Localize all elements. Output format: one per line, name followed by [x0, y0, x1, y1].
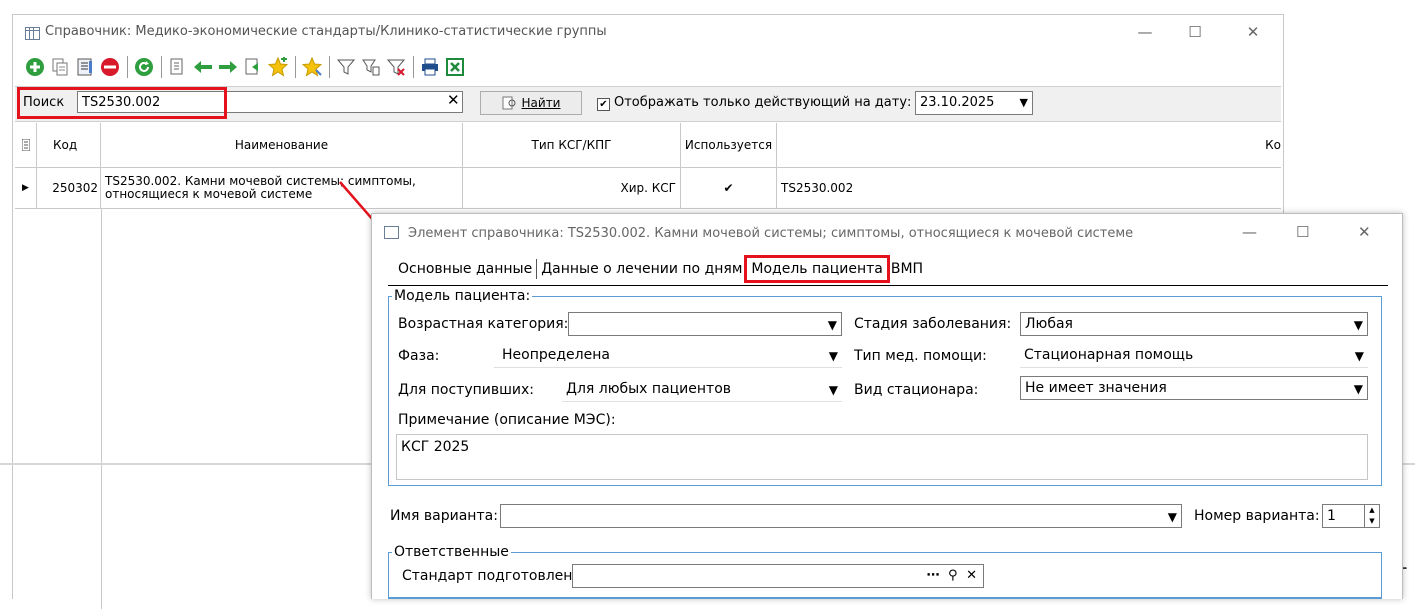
stage-label: Стадия заболевания:: [854, 316, 1012, 332]
main-titlebar: Справочник: Медико-экономические стандар…: [13, 15, 1283, 51]
find-button-label: Найти: [521, 96, 561, 110]
refresh-icon[interactable]: [132, 55, 156, 79]
add-icon[interactable]: [23, 55, 47, 79]
variant-number-stepper[interactable]: 1 ▲ ▼: [1322, 504, 1380, 528]
dialog-tabs: Основные данные Данные о лечении по дням…: [394, 255, 927, 283]
variant-name-select[interactable]: ▼: [500, 504, 1182, 528]
age-category-label: Возрастная категория:: [398, 316, 569, 332]
filter-icon[interactable]: [334, 55, 358, 79]
close-button[interactable]: ✕: [1233, 21, 1273, 43]
admitted-label: Для поступивших:: [398, 382, 535, 398]
column-header-name[interactable]: Наименование: [101, 123, 463, 167]
search-bar: Поиск TS2530.002 ✕ Найти ✔ Отображать тол…: [15, 86, 1281, 122]
date-picker[interactable]: 23.10.2025 ▼: [915, 91, 1033, 115]
print-icon[interactable]: [418, 55, 442, 79]
hospital-type-label: Вид стационара:: [854, 382, 979, 398]
active-date-checkbox[interactable]: ✔: [597, 98, 610, 111]
clear-search-icon[interactable]: ✕: [447, 91, 460, 109]
minimize-button[interactable]: —: [1125, 21, 1165, 43]
row-header-column: [15, 209, 102, 609]
spinner-icon[interactable]: ▲ ▼: [1364, 505, 1379, 527]
phase-label: Фаза:: [398, 348, 440, 364]
variant-name-label: Имя варианта:: [390, 508, 498, 524]
filter-clear-icon[interactable]: [384, 55, 408, 79]
tab-daily-treatment[interactable]: Данные о лечении по дням: [537, 258, 746, 280]
chevron-down-icon: ▼: [828, 383, 838, 397]
column-header-code2[interactable]: Ко: [777, 123, 1281, 167]
row-pointer-icon: ▶: [15, 168, 37, 208]
row-used-checkbox[interactable]: ✔: [681, 168, 777, 208]
responsible-group-label: Ответственные: [392, 544, 511, 560]
care-type-select[interactable]: Стационарная помощь ▼: [1020, 344, 1368, 368]
note-label: Примечание (описание МЭС):: [398, 412, 616, 428]
column-chooser-icon[interactable]: [15, 123, 37, 167]
prepared-by-field[interactable]: ⋯ ⚲ ✕: [572, 564, 984, 588]
column-header-type[interactable]: Тип КСГ/КПГ: [463, 123, 681, 167]
dialog-close-button[interactable]: ✕: [1358, 223, 1371, 241]
age-category-select[interactable]: ▼: [568, 312, 842, 336]
tab-patient-model[interactable]: Модель пациента: [744, 255, 890, 283]
patient-model-highlight: [744, 255, 890, 283]
clear-icon[interactable]: ✕: [966, 568, 979, 583]
dialog-minimize-button[interactable]: —: [1242, 223, 1257, 241]
active-date-label: Отображать только действующий на дату:: [614, 95, 912, 110]
phase-select[interactable]: Неопределена ▼: [494, 344, 842, 368]
chevron-down-icon: ▼: [1353, 318, 1363, 332]
main-window-title: Справочник: Медико-экономические стандар…: [45, 24, 607, 39]
search-icon[interactable]: ⚲: [948, 568, 960, 583]
row-code: 250302: [37, 168, 101, 208]
note-textarea[interactable]: КСГ 2025: [396, 434, 1368, 480]
favorite-add-icon[interactable]: [266, 55, 290, 79]
dialog-title: Элемент справочника: TS2530.002. Камни м…: [408, 226, 1134, 241]
chevron-down-icon: ▼: [1167, 510, 1177, 524]
find-icon: [502, 96, 516, 110]
care-type-label: Тип мед. помощи:: [854, 348, 987, 364]
chevron-down-icon: ▼: [1354, 349, 1364, 363]
main-toolbar: [23, 53, 468, 81]
tab-main-data[interactable]: Основные данные: [394, 258, 536, 280]
dialog-maximize-button[interactable]: ☐: [1296, 223, 1309, 241]
delete-icon[interactable]: [98, 55, 122, 79]
admitted-select[interactable]: Для любых пациентов ▼: [562, 378, 842, 402]
chevron-down-icon[interactable]: ▼: [1020, 92, 1028, 114]
column-header-code[interactable]: Код: [37, 123, 101, 167]
arrow-right-icon[interactable]: [216, 55, 240, 79]
date-value: 23.10.2025: [920, 95, 995, 110]
table-row[interactable]: ▶ 250302 TS2530.002. Камни мочевой систе…: [15, 168, 1281, 209]
variant-number-label: Номер варианта:: [1194, 508, 1320, 524]
search-highlight: [17, 87, 227, 119]
patient-model-group-label: Модель пациента:: [392, 288, 533, 304]
hospital-type-select[interactable]: Не имеет значения ▼: [1020, 376, 1368, 400]
favorite-icon[interactable]: [300, 55, 324, 79]
edit-icon[interactable]: [73, 55, 97, 79]
export-icon[interactable]: [166, 55, 190, 79]
filter-edit-icon[interactable]: [359, 55, 383, 79]
element-dialog: Элемент справочника: TS2530.002. Камни м…: [371, 213, 1403, 599]
maximize-button[interactable]: ☐: [1175, 21, 1215, 43]
table-icon: [25, 27, 40, 40]
active-date-filter[interactable]: ✔ Отображать только действующий на дату:: [597, 95, 911, 111]
stage-select[interactable]: Любая ▼: [1020, 312, 1368, 336]
arrow-left-icon[interactable]: [191, 55, 215, 79]
tab-vmp[interactable]: ВМП: [887, 258, 927, 280]
column-header-used[interactable]: Используется: [681, 123, 777, 167]
ellipsis-icon[interactable]: ⋯: [927, 568, 942, 583]
find-button[interactable]: Найти: [480, 91, 582, 115]
import-icon[interactable]: [241, 55, 265, 79]
chevron-down-icon: ▼: [1353, 382, 1363, 396]
table-icon: [384, 226, 399, 239]
chevron-down-icon: ▼: [827, 318, 837, 332]
chevron-down-icon: ▼: [828, 349, 838, 363]
table-header: Код Наименование Тип КСГ/КПГ Используетс…: [15, 123, 1281, 168]
row-type: Хир. КСГ: [463, 168, 681, 208]
excel-icon[interactable]: [443, 55, 467, 79]
prepared-by-label: Стандарт подготовлен:: [402, 568, 578, 584]
copy-icon[interactable]: [48, 55, 72, 79]
row-code2: TS2530.002: [781, 181, 854, 195]
